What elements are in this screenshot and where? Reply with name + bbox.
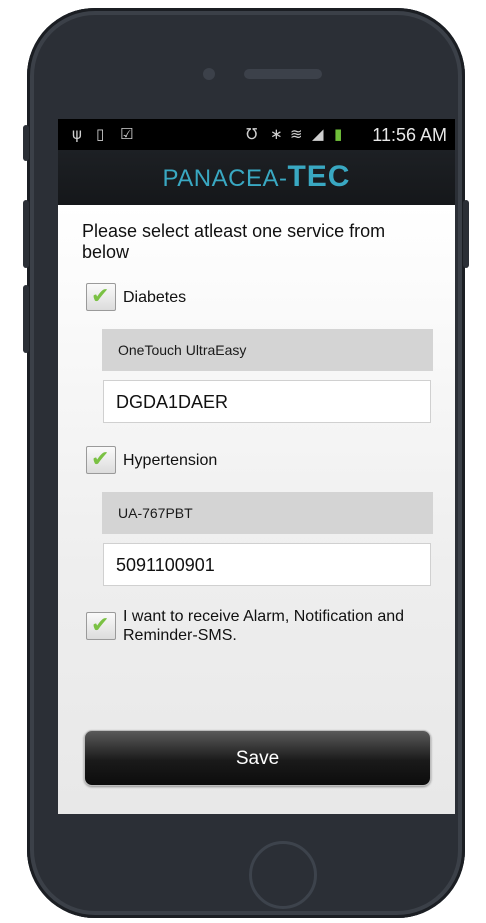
vibrate-icon: ℧ xyxy=(246,125,258,143)
diabetes-device-label: OneTouch UltraEasy xyxy=(118,342,247,358)
instruction-text: Please select atleast one service from b… xyxy=(82,221,386,262)
clipboard-check-icon: ☑ xyxy=(120,125,134,143)
app-screen: ψ ▯ ☑ ℧ ∗ ≋ ◢ ▮ 11:56 AM PANACEA-TEC Ple… xyxy=(58,119,455,814)
save-button[interactable]: Save xyxy=(84,730,431,786)
earpiece-speaker xyxy=(244,69,322,79)
status-time: 11:56 AM xyxy=(372,125,447,145)
hypertension-device-id-field[interactable]: 5091100901 xyxy=(103,543,431,586)
sms-optin-checkbox[interactable]: ✔ xyxy=(86,612,116,640)
check-icon: ✔ xyxy=(91,447,110,472)
save-button-label: Save xyxy=(235,748,280,769)
bluetooth-icon: ∗ xyxy=(270,125,283,143)
hypertension-label: Hypertension xyxy=(123,452,218,469)
hypertension-checkbox[interactable]: ✔ xyxy=(86,446,116,474)
hypertension-device-label: UA-767PBT xyxy=(118,505,193,521)
logo-text-tec: TEC xyxy=(287,160,351,193)
logo-text-panacea: PANACEA- xyxy=(162,165,288,192)
check-icon: ✔ xyxy=(91,613,110,638)
mute-switch[interactable] xyxy=(23,125,29,161)
front-camera xyxy=(203,68,215,80)
diabetes-device-id-field[interactable]: DGDA1DAER xyxy=(103,380,431,423)
volume-down-button[interactable] xyxy=(23,285,29,353)
hypertension-device-name: UA-767PBT xyxy=(102,492,433,534)
sms-optin-label: I want to receive Alarm, Notification an… xyxy=(123,608,405,644)
hypertension-device-id-value: 5091100901 xyxy=(116,555,215,575)
app-logo: PANACEA-TEC xyxy=(58,162,455,192)
status-bar: ψ ▯ ☑ ℧ ∗ ≋ ◢ ▮ 11:56 AM xyxy=(58,119,455,150)
signal-icon: ◢ xyxy=(312,125,324,143)
battery-charging-icon: ▮ xyxy=(334,125,343,143)
usb-icon: ψ xyxy=(72,125,82,143)
power-button[interactable] xyxy=(463,200,469,268)
diabetes-checkbox[interactable]: ✔ xyxy=(86,283,116,311)
service-form: Please select atleast one service from b… xyxy=(58,205,455,814)
volume-up-button[interactable] xyxy=(23,200,29,268)
sim-icon: ▯ xyxy=(96,125,105,143)
check-icon: ✔ xyxy=(91,284,110,309)
home-button[interactable] xyxy=(249,841,317,909)
diabetes-device-name: OneTouch UltraEasy xyxy=(102,329,433,371)
diabetes-label: Diabetes xyxy=(123,289,187,306)
app-header: PANACEA-TEC xyxy=(58,150,455,205)
wifi-icon: ≋ xyxy=(290,125,303,143)
diabetes-device-id-value: DGDA1DAER xyxy=(116,392,229,412)
